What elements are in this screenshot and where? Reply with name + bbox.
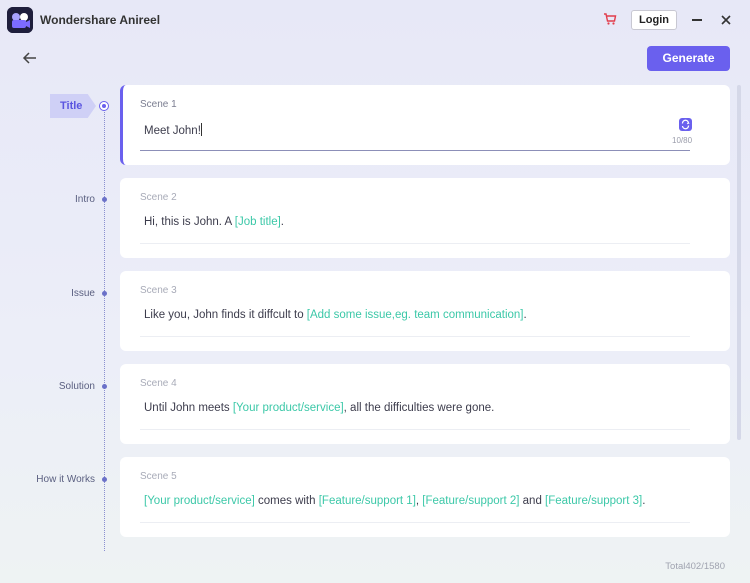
scene-card-2[interactable]: Scene 2 Hi, this is John. A [Job title]. xyxy=(120,178,730,258)
scrollbar[interactable] xyxy=(737,85,741,440)
app-logo-icon xyxy=(7,7,33,33)
timeline-dot xyxy=(102,197,107,202)
timeline-dot xyxy=(102,291,107,296)
back-arrow-icon[interactable] xyxy=(22,50,38,66)
total-char-count: Total402/1580 xyxy=(665,561,725,572)
input-underline xyxy=(140,150,690,151)
placeholder-token: [Feature/support 2] xyxy=(422,495,520,507)
app-title: Wondershare Anireel xyxy=(40,13,161,27)
timeline-dot xyxy=(102,384,107,389)
refresh-icon[interactable] xyxy=(679,118,692,131)
timeline-item-label: Title xyxy=(60,100,83,112)
title-bar: Wondershare Anireel Login xyxy=(0,0,750,40)
scene-text-input[interactable]: Meet John! xyxy=(144,123,202,137)
scene-label: Scene 2 xyxy=(140,192,177,203)
timeline-line xyxy=(104,106,105,551)
text-caret xyxy=(200,123,202,136)
timeline-item-title[interactable]: Title xyxy=(50,94,96,118)
scene-label: Scene 4 xyxy=(140,378,177,389)
close-icon[interactable] xyxy=(719,13,733,27)
scene-card-5[interactable]: Scene 5 [Your product/service] comes wit… xyxy=(120,457,730,537)
generate-button[interactable]: Generate xyxy=(647,46,730,71)
input-underline xyxy=(140,522,690,523)
scene-text-input[interactable]: Like you, John finds it diffcult to [Add… xyxy=(144,309,527,321)
scene-text-input[interactable]: [Your product/service] comes with [Featu… xyxy=(144,495,645,507)
scene-text-input[interactable]: Hi, this is John. A [Job title]. xyxy=(144,216,284,228)
placeholder-token: [Feature/support 1] xyxy=(318,495,416,507)
placeholder-token: [Job title] xyxy=(234,216,281,228)
timeline-dot xyxy=(102,477,107,482)
placeholder-token: [Your product/service] xyxy=(144,495,255,507)
input-underline xyxy=(140,243,690,244)
timeline-item-issue[interactable]: Issue xyxy=(71,288,95,299)
minimize-icon[interactable] xyxy=(692,19,702,21)
placeholder-token: [Add some issue,eg. team communication] xyxy=(306,309,524,321)
scene-card-1[interactable]: Scene 1 Meet John! 10/80 xyxy=(120,85,730,165)
scene-card-4[interactable]: Scene 4 Until John meets [Your product/s… xyxy=(120,364,730,444)
scene-label: Scene 1 xyxy=(140,99,177,110)
char-counter: 10/80 xyxy=(672,136,693,145)
timeline-item-solution[interactable]: Solution xyxy=(59,381,95,392)
timeline-item-intro[interactable]: Intro xyxy=(75,194,95,205)
login-button[interactable]: Login xyxy=(631,10,677,30)
input-underline xyxy=(140,429,690,430)
scene-label: Scene 3 xyxy=(140,285,177,296)
scene-label: Scene 5 xyxy=(140,471,177,482)
input-underline xyxy=(140,336,690,337)
scene-card-3[interactable]: Scene 3 Like you, John finds it diffcult… xyxy=(120,271,730,351)
scene-text-input[interactable]: Until John meets [Your product/service],… xyxy=(144,402,494,414)
cart-icon[interactable] xyxy=(603,12,617,26)
placeholder-token: [Your product/service] xyxy=(232,402,344,414)
placeholder-token: [Feature/support 3] xyxy=(545,495,643,507)
timeline-item-how-it-works[interactable]: How it Works xyxy=(36,474,95,485)
timeline-dot-active xyxy=(99,101,109,111)
